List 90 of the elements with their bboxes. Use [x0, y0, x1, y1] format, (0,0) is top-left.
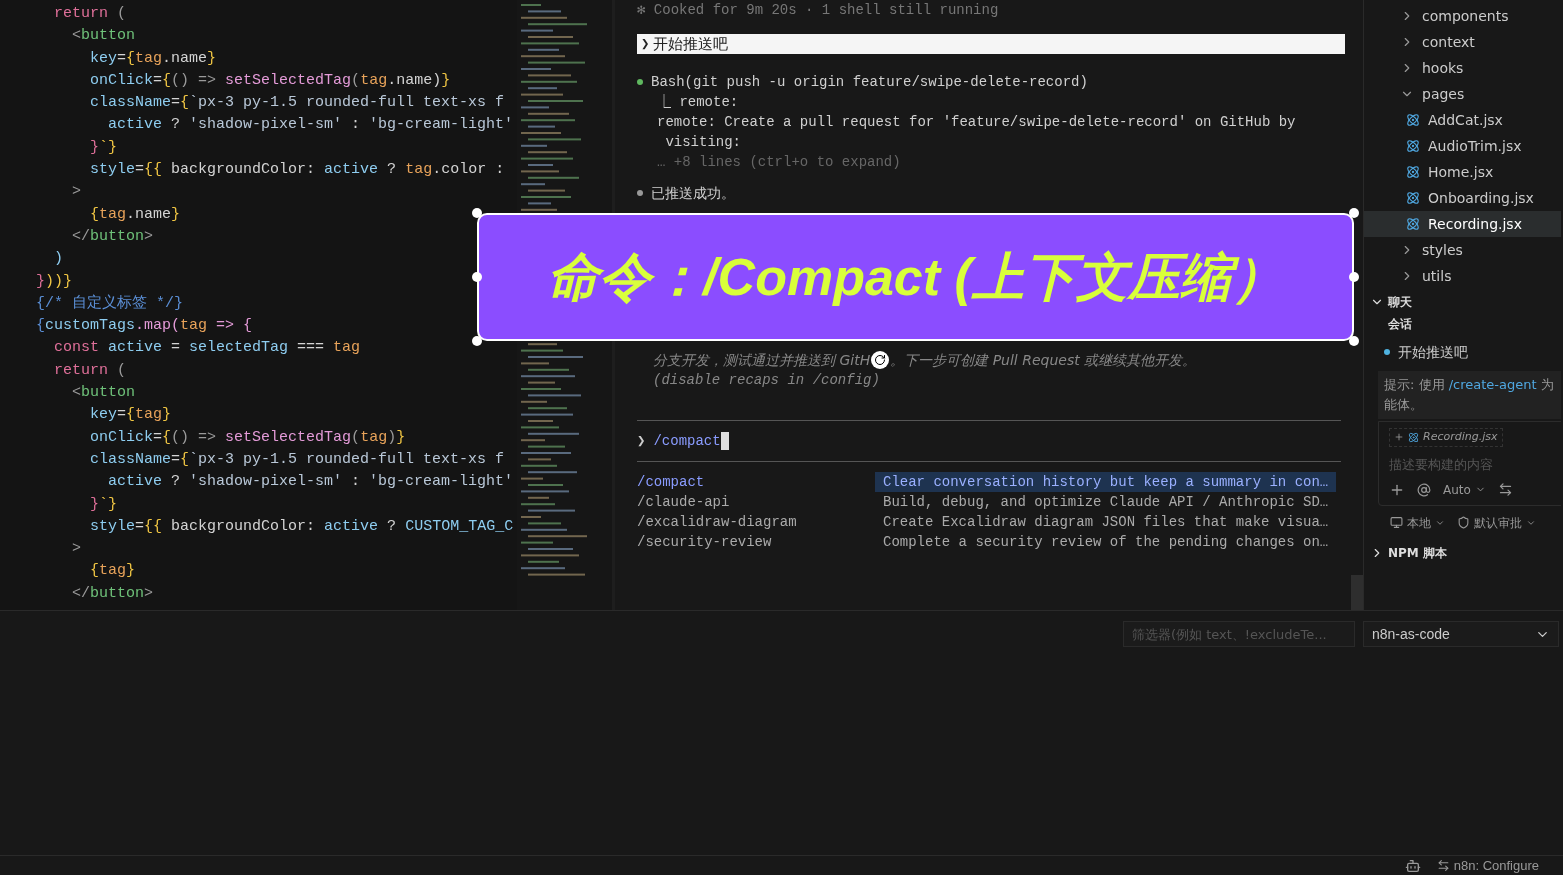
tool-output-line: remote: Create a pull request for 'feature/swipe-delete-record' on GitHub by — [656, 113, 1296, 132]
folder-item[interactable]: components — [1364, 3, 1561, 29]
reply-text: 已推送成功。 — [651, 184, 735, 202]
shield-icon — [1457, 516, 1470, 529]
resize-handle[interactable] — [472, 208, 482, 218]
resize-handle[interactable] — [1349, 336, 1359, 346]
hint-text: 提示: 使用 — [1384, 377, 1446, 392]
code-line: }`} — [89, 137, 118, 158]
code-line: {/* 自定义标签 */} — [35, 293, 183, 314]
sessions-label: 会话 — [1387, 316, 1412, 333]
rotate-handle[interactable] — [871, 351, 890, 369]
code-line: ) — [53, 249, 63, 270]
section-header[interactable]: NPM 脚本 — [1364, 541, 1561, 564]
status-text: ✻ Cooked for 9m 20s · 1 shell still running — [637, 1, 999, 20]
chat-input-field[interactable]: 描述要构建的内容 — [1389, 454, 1557, 474]
atom-icon — [1406, 113, 1420, 127]
folder-item[interactable]: styles — [1364, 237, 1561, 263]
code-line: active ? 'shadow-pixel-sm' : 'bg-cream-light' — [107, 115, 514, 136]
code-line: return ( — [53, 360, 127, 381]
output-select[interactable]: n8n-as-code — [1363, 621, 1559, 647]
recap-text: 。下一步可创建 Pull Request 或继续其他开发。 — [890, 351, 1197, 370]
bot-icon[interactable] — [1404, 857, 1421, 874]
folder-item[interactable]: context — [1364, 29, 1561, 55]
tool-call: Bash(git push -u origin feature/swipe-delete-record) — [651, 73, 1088, 92]
hint-text: 为 — [1539, 377, 1554, 392]
code-line: {tag} — [89, 561, 136, 582]
command-suggestion[interactable]: /claude-api Build, debug, and optimize Claude API / Anthropic SD… — [637, 492, 1341, 512]
code-line: {customTags.map(tag => { — [35, 316, 253, 337]
recap-text: (disable recaps in /config) — [653, 371, 880, 390]
section-header[interactable]: 聊天 — [1364, 289, 1561, 315]
approval-dropdown[interactable]: 默认审批 — [1457, 513, 1536, 532]
code-line: style={{ backgroundColor: active ? tag.color : — [89, 160, 505, 181]
atom-icon — [1406, 217, 1420, 231]
code-line: return ( — [53, 4, 127, 24]
resize-handle[interactable] — [472, 336, 482, 346]
sync-icon — [1436, 859, 1450, 872]
code-line: onClick={() => setSelectedTag(tag.name)} — [89, 70, 451, 91]
resize-handle[interactable] — [472, 272, 482, 282]
expand-hint: … +8 lines (ctrl+o to expand) — [656, 153, 901, 172]
user-message: ❯ 开始推送吧 — [637, 34, 1345, 54]
attachment-chip[interactable]: Recording.jsx — [1389, 428, 1503, 447]
folder-item[interactable]: utils — [1364, 263, 1561, 289]
command-suggestion[interactable]: /excalidraw-diagram Create Excalidraw diagram JSON files that make visua… — [637, 512, 1341, 532]
code-line: }))} — [35, 271, 73, 292]
hint-text: 能体。 — [1384, 396, 1423, 414]
plus-icon — [1394, 432, 1404, 443]
prompt-input[interactable]: ❯ /compact — [637, 421, 1341, 461]
code-line: className={`px-3 py-1.5 rounded-full text-xs f — [89, 449, 505, 470]
file-item[interactable]: Recording.jsx — [1364, 211, 1561, 237]
atom-icon — [1408, 431, 1419, 443]
command-link[interactable]: /create-agent — [1448, 377, 1537, 392]
code-line: key={tag} — [89, 405, 172, 426]
code-line: active ? 'shadow-pixel-sm' : 'bg-cream-light' — [107, 472, 514, 493]
file-item[interactable]: AddCat.jsx — [1364, 107, 1561, 133]
file-item[interactable]: AudioTrim.jsx — [1364, 133, 1561, 159]
location-dropdown[interactable]: 本地 — [1390, 513, 1445, 532]
code-line: </button> — [71, 583, 154, 604]
tool-output-line: ⎿ remote: — [656, 93, 739, 112]
bullet-icon — [637, 190, 643, 196]
recap-text: 分支开发，测试通过并推送到 GitH — [653, 351, 871, 370]
atom-icon — [1406, 165, 1420, 179]
code-line: onClick={() => setSelectedTag(tag)} — [89, 427, 406, 448]
resize-handle[interactable] — [1349, 272, 1359, 282]
atom-icon — [1406, 191, 1420, 205]
code-line: > — [71, 539, 81, 560]
code-line: <button — [71, 26, 136, 47]
command-suggestion[interactable]: /security-review Complete a security review of the pending changes on… — [637, 532, 1341, 552]
code-line: > — [71, 182, 81, 203]
code-line: style={{ backgroundColor: active ? CUSTOM_TAG_C — [89, 516, 514, 537]
settings-icon[interactable] — [1497, 482, 1513, 497]
file-item[interactable]: Home.jsx — [1364, 159, 1561, 185]
status-bar-item[interactable]: n8n: Configure — [1436, 855, 1539, 875]
code-line: }`} — [89, 494, 118, 515]
code-line: <button — [71, 383, 136, 404]
folder-item[interactable]: hooks — [1364, 55, 1561, 81]
mention-icon[interactable] — [1417, 482, 1431, 497]
caption-overlay[interactable]: 命令：/Compact (上下文压缩） — [477, 213, 1354, 341]
code-line: className={`px-3 py-1.5 rounded-full text-xs f — [89, 93, 505, 114]
code-line: const active = selectedTag === tag — [53, 338, 361, 359]
code-line: key={tag.name} — [89, 48, 217, 69]
monitor-icon — [1390, 516, 1403, 529]
code-line: {tag.name} — [89, 204, 181, 225]
file-item[interactable]: Onboarding.jsx — [1364, 185, 1561, 211]
session-item[interactable]: 开始推送吧 — [1364, 341, 1561, 363]
code-line: </button> — [71, 226, 154, 247]
folder-item[interactable]: pages — [1364, 81, 1561, 107]
resize-handle[interactable] — [1349, 208, 1359, 218]
mode-dropdown[interactable]: Auto — [1443, 480, 1486, 499]
tool-output-line: visiting: — [664, 133, 741, 152]
atom-icon — [1406, 139, 1420, 153]
